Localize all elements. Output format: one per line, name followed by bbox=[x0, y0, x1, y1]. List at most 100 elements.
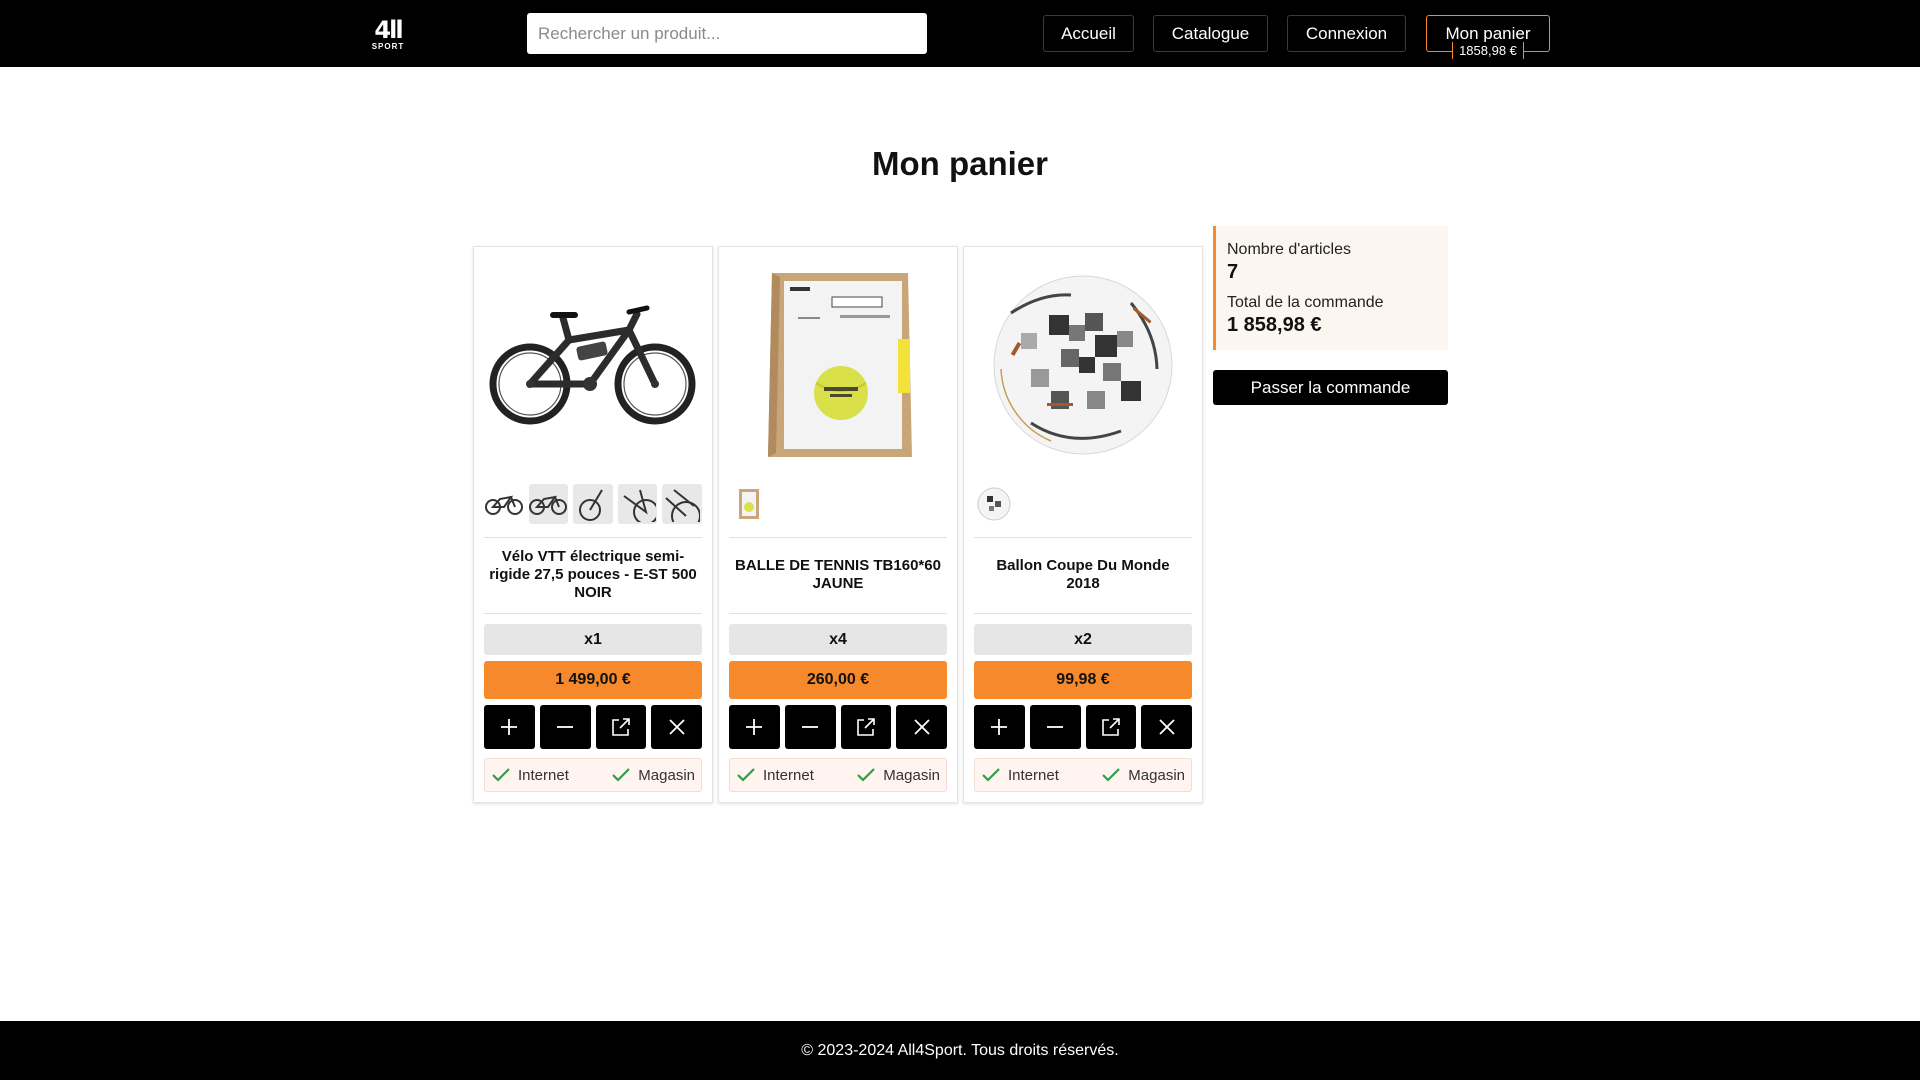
divider bbox=[484, 613, 702, 614]
check-icon bbox=[857, 768, 876, 782]
product-image[interactable] bbox=[484, 257, 702, 472]
place-order-button[interactable]: Passer la commande bbox=[1213, 370, 1448, 405]
check-icon bbox=[492, 768, 510, 782]
site-header: 4ll SPORT Accueil Catalogue Connexion Mo… bbox=[0, 0, 1920, 67]
product-image[interactable] bbox=[729, 257, 947, 472]
decrease-quantity-button[interactable] bbox=[1029, 705, 1081, 749]
thumbnail[interactable] bbox=[573, 484, 613, 524]
check-icon bbox=[612, 768, 631, 782]
items-count-value: 7 bbox=[1227, 261, 1239, 283]
logo-subtext: SPORT bbox=[371, 42, 405, 51]
availability-internet: Internet bbox=[981, 767, 1059, 784]
quantity-badge: x4 bbox=[729, 624, 947, 655]
item-actions bbox=[484, 705, 702, 749]
availability-internet-label: Internet bbox=[1008, 766, 1059, 784]
site-footer: © 2023-2024 All4Sport. Tous droits réser… bbox=[0, 1021, 1920, 1080]
thumbnail-strip bbox=[729, 484, 947, 528]
nav-home-button[interactable]: Accueil bbox=[1043, 15, 1134, 52]
thumbnail[interactable] bbox=[974, 484, 1014, 524]
quantity-badge: x2 bbox=[974, 624, 1192, 655]
remove-item-button[interactable] bbox=[896, 705, 947, 749]
product-name: Vélo VTT électrique semi-rigide 27,5 pou… bbox=[489, 548, 697, 601]
order-total-value: 1 858,98 € bbox=[1227, 314, 1322, 336]
decrease-quantity-button[interactable] bbox=[539, 705, 591, 749]
thumbnail-strip bbox=[974, 484, 1192, 528]
availability-bar: Internet Magasin bbox=[484, 758, 702, 792]
minus-icon bbox=[1047, 726, 1064, 728]
check-icon bbox=[982, 768, 1000, 782]
availability-internet: Internet bbox=[491, 767, 569, 784]
nav-login-button[interactable]: Connexion bbox=[1287, 15, 1406, 52]
logo-mark: 4ll bbox=[374, 16, 403, 44]
external-link-icon bbox=[857, 718, 875, 736]
availability-store-label: Magasin bbox=[883, 766, 940, 784]
external-link-icon bbox=[612, 718, 630, 736]
availability-internet-label: Internet bbox=[518, 766, 569, 784]
cart-total-badge: 1858,98 € bbox=[1452, 42, 1524, 59]
copyright-text: © 2023-2024 All4Sport. Tous droits réser… bbox=[801, 1041, 1119, 1059]
item-actions bbox=[729, 705, 947, 749]
minus-icon bbox=[557, 726, 574, 728]
cart-item-card: Ballon Coupe Du Monde 2018 x2 99,98 € In… bbox=[963, 246, 1203, 803]
divider bbox=[729, 613, 947, 614]
divider bbox=[484, 537, 702, 538]
thumbnail[interactable] bbox=[528, 484, 569, 524]
open-product-button[interactable] bbox=[1085, 705, 1137, 749]
availability-bar: Internet Magasin bbox=[974, 758, 1192, 792]
increase-quantity-button[interactable] bbox=[484, 705, 535, 749]
product-name: Ballon Coupe Du Monde 2018 bbox=[996, 557, 1170, 592]
increase-quantity-button[interactable] bbox=[729, 705, 780, 749]
items-count-label: Nombre d'articles bbox=[1227, 241, 1351, 258]
price-badge: 260,00 € bbox=[729, 661, 947, 699]
availability-bar: Internet Magasin bbox=[729, 758, 947, 792]
plus-icon bbox=[501, 719, 518, 735]
external-link-icon bbox=[1102, 718, 1120, 736]
product-image[interactable] bbox=[974, 257, 1192, 472]
close-icon bbox=[668, 719, 685, 735]
availability-store: Magasin bbox=[1101, 767, 1185, 784]
plus-icon bbox=[991, 719, 1008, 735]
open-product-button[interactable] bbox=[595, 705, 647, 749]
check-icon bbox=[737, 768, 755, 782]
availability-store-label: Magasin bbox=[1128, 766, 1185, 784]
thumbnail[interactable] bbox=[662, 484, 702, 524]
availability-store: Magasin bbox=[611, 767, 695, 784]
thumbnail[interactable] bbox=[617, 484, 658, 524]
decrease-quantity-button[interactable] bbox=[784, 705, 836, 749]
check-icon bbox=[1102, 768, 1121, 782]
minus-icon bbox=[802, 726, 819, 728]
bike-image bbox=[489, 305, 696, 424]
plus-icon bbox=[746, 719, 763, 735]
item-actions bbox=[974, 705, 1192, 749]
open-product-button[interactable] bbox=[840, 705, 892, 749]
quantity-badge: x1 bbox=[484, 624, 702, 655]
search-input[interactable] bbox=[527, 13, 927, 54]
soccer-ball-image bbox=[993, 275, 1173, 454]
thumbnail-strip bbox=[484, 484, 702, 528]
availability-internet: Internet bbox=[736, 767, 814, 784]
nav-catalog-button[interactable]: Catalogue bbox=[1153, 15, 1268, 52]
price-badge: 99,98 € bbox=[974, 661, 1192, 699]
close-icon bbox=[1158, 719, 1175, 735]
remove-item-button[interactable] bbox=[1141, 705, 1192, 749]
cart-item-card: BALLE DE TENNIS TB160*60 JAUNE x4 260,00… bbox=[718, 246, 958, 803]
tennis-ball-box-image bbox=[768, 272, 912, 457]
order-summary: Nombre d'articles 7 Total de la commande… bbox=[1213, 226, 1448, 350]
cart-item-card: Vélo VTT électrique semi-rigide 27,5 pou… bbox=[473, 246, 713, 803]
page-title: Mon panier bbox=[871, 145, 1048, 182]
thumbnail[interactable] bbox=[729, 484, 769, 524]
divider bbox=[729, 537, 947, 538]
increase-quantity-button[interactable] bbox=[974, 705, 1025, 749]
availability-internet-label: Internet bbox=[763, 766, 814, 784]
divider bbox=[974, 537, 1192, 538]
divider bbox=[974, 613, 1192, 614]
remove-item-button[interactable] bbox=[651, 705, 702, 749]
order-total-label: Total de la commande bbox=[1227, 294, 1384, 311]
availability-store: Magasin bbox=[856, 767, 940, 784]
thumbnail[interactable] bbox=[484, 484, 524, 524]
close-icon bbox=[913, 719, 930, 735]
price-badge: 1 499,00 € bbox=[484, 661, 702, 699]
site-logo[interactable]: 4ll SPORT bbox=[370, 18, 406, 52]
product-name: BALLE DE TENNIS TB160*60 JAUNE bbox=[735, 557, 941, 592]
availability-store-label: Magasin bbox=[638, 766, 695, 784]
